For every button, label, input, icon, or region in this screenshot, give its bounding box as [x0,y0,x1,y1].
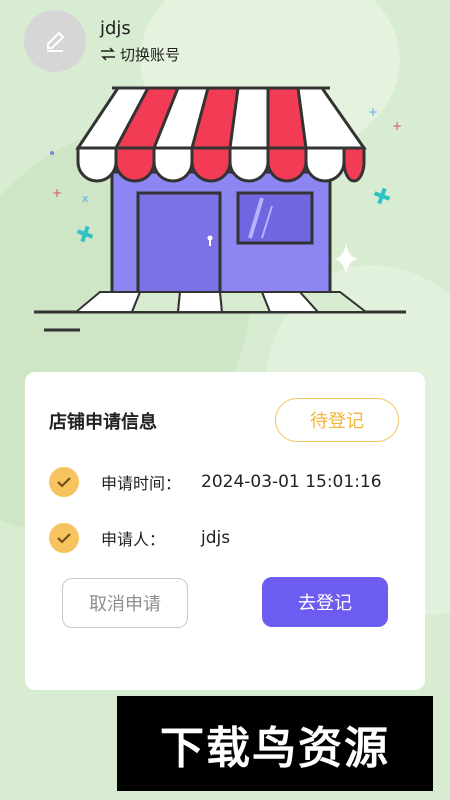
info-value: 2024-03-01 15:01:16 [201,472,382,492]
info-label: 申请时间： [101,474,182,493]
watermark-text: 下载鸟资源 [160,722,390,774]
switch-account-link[interactable]: 切换账号 [100,44,180,65]
account-header: jdjs 切换账号 [24,10,180,72]
info-value: jdjs [201,528,231,548]
info-row-time: 申请时间： 2024-03-01 15:01:16 [49,466,382,498]
pencil-icon [47,32,64,52]
check-icon [49,523,79,553]
cancel-application-button[interactable]: 取消申请 [62,578,188,628]
shop-application-card: 店铺申请信息 待登记 申请时间： 2024-03-01 15:01:16 申请人… [25,372,425,690]
switch-account-label: 切换账号 [120,45,181,64]
check-icon [49,467,79,497]
register-button[interactable]: 去登记 [262,577,388,627]
user-info: jdjs 切换账号 [100,18,180,65]
svg-text:+: + [52,186,62,200]
watermark-logo: 下载鸟资源 [117,696,433,791]
avatar[interactable] [24,10,86,72]
svg-text:+: + [368,105,378,119]
info-label: 申请人： [101,530,166,549]
swap-arrows-icon [100,47,116,61]
shop-illustration: + + + x [34,86,406,332]
username: jdjs [100,17,131,39]
svg-text:x: x [82,192,89,205]
svg-text:+: + [392,119,402,133]
info-row-applicant: 申请人： jdjs [49,522,230,554]
status-badge: 待登记 [275,398,399,442]
card-title: 店铺申请信息 [49,412,157,433]
